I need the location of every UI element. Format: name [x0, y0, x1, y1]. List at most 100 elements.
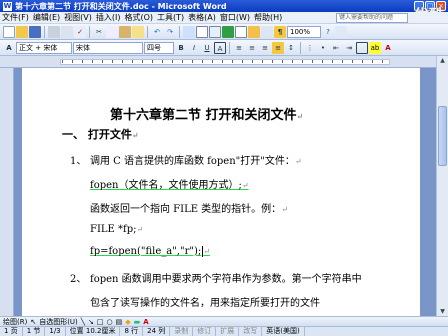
status-pages: 1/3	[45, 327, 66, 336]
draw-menu[interactable]: 绘图(R)	[3, 317, 27, 327]
ruler-tick	[82, 60, 83, 63]
textbox-icon[interactable]: ▤	[116, 318, 123, 326]
horizontal-ruler[interactable]	[0, 56, 448, 68]
italic-button[interactable]: I	[188, 42, 200, 54]
item1-text: 调用 C 语言提供的库函数 fopen"打开"文件：↵	[90, 156, 302, 167]
section-open-file: 一、 打开文件↵	[62, 128, 139, 141]
font-select[interactable]: 宋体	[73, 41, 143, 54]
open-folder-icon[interactable]: ​	[16, 25, 28, 38]
format-painter-icon[interactable]: ​	[132, 25, 144, 38]
undo-icon[interactable]: ↶	[151, 26, 163, 38]
ruler-tick	[232, 60, 233, 63]
fill-color-icon[interactable]: ◆	[125, 318, 130, 326]
ruler-tick	[182, 60, 183, 63]
ruler-tick	[122, 60, 123, 63]
status-bar: 1 页 1 节 1/3 位置 10.2厘米 8 行 24 列 录制 修订 扩展 …	[0, 326, 448, 336]
ruler-tick	[162, 60, 163, 63]
ruler-tick	[112, 60, 113, 63]
cut-icon[interactable]: ✂	[93, 26, 105, 38]
ruler-tick	[262, 60, 263, 63]
char-border-button[interactable]: A	[214, 41, 226, 54]
align-right-icon[interactable]: ≡	[259, 42, 271, 54]
help-search-input[interactable]: 键入需要帮助的问题	[336, 13, 408, 23]
redo-icon[interactable]: ↷	[164, 26, 176, 38]
document-map-icon[interactable]: ​	[261, 25, 273, 38]
ruler-tick	[132, 60, 133, 63]
menu-insert[interactable]: 插入(I)	[94, 12, 123, 23]
paste-icon[interactable]: ​	[119, 25, 131, 38]
document-page[interactable]: 第十六章第二节 打开和关闭文件↵ 一、 打开文件↵ 1、 调用 C 语言提供的库…	[22, 68, 420, 316]
zoom-select[interactable]: 100%	[287, 25, 321, 38]
ruler-tick	[342, 60, 343, 63]
bold-button[interactable]: B	[175, 42, 187, 54]
drawing-icon[interactable]: ​	[248, 25, 260, 38]
print-icon[interactable]: ​	[48, 25, 60, 38]
numbering-icon[interactable]: ⋮	[304, 42, 316, 54]
status-overtype[interactable]: 改写	[239, 327, 263, 336]
menu-help[interactable]: 帮助(H)	[252, 12, 284, 23]
hyperlink-icon[interactable]: ​	[183, 25, 195, 38]
status-extend[interactable]: 扩展	[216, 327, 240, 336]
line-icon[interactable]: ╲	[81, 318, 85, 326]
highlight-icon[interactable]: ab	[369, 41, 381, 54]
print-preview-icon[interactable]: ​	[61, 25, 73, 38]
align-left-icon[interactable]: ≡	[233, 42, 245, 54]
ruler-tick	[312, 60, 313, 63]
toolbar-divider	[229, 41, 230, 54]
increase-indent-icon[interactable]: ⇥	[343, 42, 355, 54]
menu-format[interactable]: 格式(O)	[122, 12, 155, 23]
spelling-icon[interactable]: ✓	[74, 25, 86, 38]
align-center-icon[interactable]: ≡	[246, 42, 258, 54]
scroll-down-icon[interactable]: ▼	[438, 307, 447, 316]
read-icon[interactable]: ​	[335, 25, 347, 38]
columns-icon[interactable]: ​	[235, 25, 247, 38]
font-size-select[interactable]: 四号	[144, 41, 174, 54]
ruler-tick	[62, 60, 63, 63]
status-line: 8 行	[120, 327, 144, 336]
ruler-tick	[92, 60, 93, 63]
copy-icon[interactable]: ​	[106, 25, 118, 38]
tables-borders-icon[interactable]: ​	[196, 25, 208, 38]
scroll-thumb[interactable]	[438, 106, 447, 166]
word-app-icon: W	[3, 1, 12, 11]
line-color-icon[interactable]: ▬	[134, 318, 141, 326]
menu-file[interactable]: 文件(F)	[0, 12, 31, 23]
menu-window[interactable]: 窗口(W)	[218, 12, 252, 23]
decrease-indent-icon[interactable]: ⇤	[330, 42, 342, 54]
save-icon[interactable]: ​	[29, 25, 41, 38]
line-spacing-icon[interactable]: ↕	[285, 42, 297, 54]
insert-excel-icon[interactable]: ​	[222, 25, 234, 38]
vertical-scrollbar[interactable]: ▲ ▼	[436, 56, 448, 316]
oval-icon[interactable]: ○	[107, 318, 113, 326]
border-icon[interactable]: ​	[356, 41, 368, 54]
underline-button[interactable]: U	[201, 42, 213, 54]
ruler-tick	[362, 60, 363, 63]
styles-pane-icon[interactable]: A	[3, 42, 15, 54]
font-color-draw-icon[interactable]: A	[143, 318, 148, 326]
item1-number: 1、	[70, 156, 87, 167]
select-objects-icon[interactable]: ↖	[30, 318, 36, 326]
menu-edit[interactable]: 编辑(E)	[31, 12, 62, 23]
justify-icon[interactable]: ≡	[272, 41, 284, 54]
arrow-icon[interactable]: ↘	[88, 318, 94, 326]
menu-view[interactable]: 视图(V)	[62, 12, 94, 23]
standard-toolbar: ​ ​ ​ ​ ​ ✓ ✂ ​ ​ ​ ↶ ↷ ​ ​ ​ ​ ​ ​ ​ ¶ …	[0, 24, 448, 40]
ruler-tick	[322, 60, 323, 63]
help-icon[interactable]: ?	[322, 26, 334, 38]
status-record[interactable]: 录制	[170, 327, 194, 336]
vertical-ruler[interactable]	[0, 68, 14, 316]
bullets-icon[interactable]: •	[317, 42, 329, 54]
status-revisions[interactable]: 修订	[193, 327, 217, 336]
show-hide-icon[interactable]: ¶	[274, 25, 286, 38]
autoshapes-menu[interactable]: 自选图形(U)	[39, 317, 78, 327]
style-select[interactable]: 正文 + 宋体	[16, 41, 72, 54]
insert-table-icon[interactable]: ​	[209, 25, 221, 38]
rectangle-icon[interactable]: □	[97, 318, 104, 326]
menu-table[interactable]: 表格(A)	[186, 12, 218, 23]
window-title: 第十六章第二节 打开和关闭文件.doc - Microsoft Word	[15, 1, 227, 11]
menu-tools[interactable]: 工具(T)	[155, 12, 186, 23]
new-document-icon[interactable]: ​	[3, 25, 15, 38]
font-color-icon[interactable]: A	[382, 42, 394, 54]
formatting-toolbar: A 正文 + 宋体 宋体 四号 B I U A ≡ ≡ ≡ ≡ ↕ ⋮ • ⇤ …	[0, 40, 448, 56]
scroll-up-icon[interactable]: ▲	[438, 56, 447, 65]
